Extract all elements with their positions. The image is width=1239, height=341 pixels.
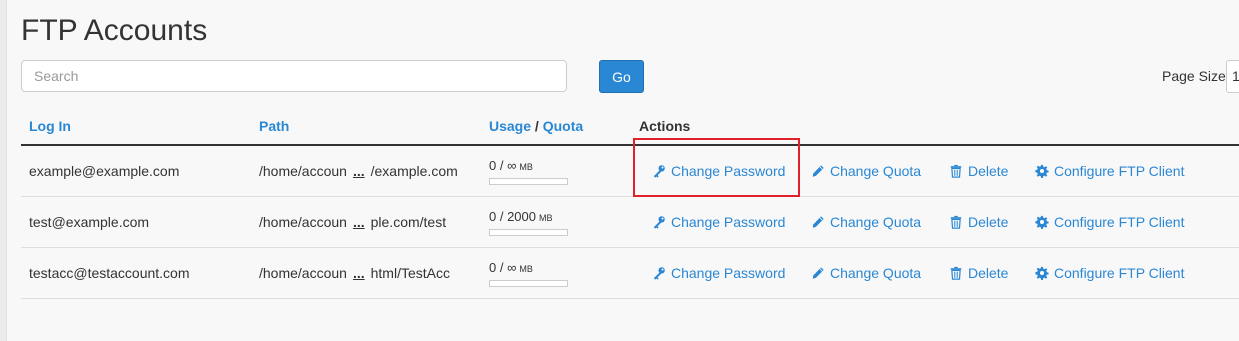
delete-link[interactable]: Delete: [949, 214, 1008, 230]
change-quota-label: Change Quota: [830, 214, 922, 230]
column-header-actions: Actions: [639, 118, 691, 134]
gear-icon: [1035, 215, 1049, 229]
page-size-label: Page Size: [1162, 68, 1226, 84]
column-header-usage-quota: Usage / Quota: [489, 118, 583, 134]
path-cell: /home/accoun... html/TestAcc: [259, 265, 450, 281]
usage-unit: MB: [539, 213, 553, 223]
path-start: /home/accoun: [259, 163, 347, 179]
path-expand-link[interactable]: ...: [353, 214, 365, 230]
login-cell: example@example.com: [29, 163, 180, 179]
change-quota-link[interactable]: Change Quota: [811, 214, 921, 230]
pencil-icon: [811, 215, 825, 229]
path-end: ple.com/test: [370, 214, 447, 230]
row-divider: [21, 247, 1239, 248]
usage-value: 0 / ∞: [489, 158, 517, 173]
gear-icon: [1035, 266, 1049, 280]
usage-unit: MB: [519, 264, 533, 274]
change-password-link[interactable]: Change Password: [652, 214, 785, 230]
change-quota-link[interactable]: Change Quota: [811, 163, 921, 179]
usage-text: 0 / 2000 MB: [489, 209, 553, 224]
path-end: /example.com: [370, 163, 458, 179]
key-icon: [652, 215, 666, 229]
column-header-login[interactable]: Log In: [29, 118, 71, 134]
pencil-icon: [811, 266, 825, 280]
usage-progress-bar: [489, 178, 568, 185]
key-icon: [652, 266, 666, 280]
go-button[interactable]: Go: [599, 60, 644, 93]
trash-icon: [949, 164, 963, 178]
path-end: html/TestAcc: [370, 265, 450, 281]
usage-text: 0 / ∞ MB: [489, 260, 533, 275]
pencil-icon: [811, 164, 825, 178]
configure-ftp-client-link[interactable]: Configure FTP Client: [1035, 265, 1184, 281]
configure-ftp-client-link[interactable]: Configure FTP Client: [1035, 163, 1184, 179]
column-header-separator: /: [534, 118, 539, 134]
page-size-select[interactable]: 1: [1226, 60, 1239, 93]
highlight-box: [633, 138, 800, 197]
row-divider: [21, 298, 1239, 299]
path-expand-link[interactable]: ...: [353, 265, 365, 281]
usage-value: 0 / ∞: [489, 260, 517, 275]
delete-link[interactable]: Delete: [949, 163, 1008, 179]
column-header-usage[interactable]: Usage: [489, 118, 531, 134]
path-expand-link[interactable]: ...: [353, 163, 365, 179]
column-header-path[interactable]: Path: [259, 118, 289, 134]
change-password-label: Change Password: [671, 265, 786, 281]
delete-label: Delete: [968, 163, 1009, 179]
configure-ftp-client-label: Configure FTP Client: [1054, 163, 1185, 179]
usage-text: 0 / ∞ MB: [489, 158, 533, 173]
delete-label: Delete: [968, 214, 1009, 230]
path-cell: /home/accoun... ple.com/test: [259, 214, 446, 230]
change-password-link[interactable]: Change Password: [652, 265, 785, 281]
login-cell: test@example.com: [29, 214, 150, 230]
path-start: /home/accoun: [259, 214, 347, 230]
change-quota-link[interactable]: Change Quota: [811, 265, 921, 281]
login-cell: testacc@testaccount.com: [29, 265, 190, 281]
usage-unit: MB: [519, 162, 533, 172]
change-password-label: Change Password: [671, 214, 786, 230]
usage-value: 0 / 2000: [489, 209, 536, 224]
table-header-divider: [21, 144, 1239, 146]
path-cell: /home/accoun... /example.com: [259, 163, 458, 179]
gear-icon: [1035, 164, 1049, 178]
usage-progress-bar: [489, 280, 568, 287]
column-header-quota[interactable]: Quota: [543, 118, 583, 134]
page-title: FTP Accounts: [21, 14, 208, 47]
trash-icon: [949, 266, 963, 280]
configure-ftp-client-label: Configure FTP Client: [1054, 265, 1185, 281]
configure-ftp-client-link[interactable]: Configure FTP Client: [1035, 214, 1184, 230]
left-edge: [0, 0, 7, 341]
usage-progress-bar: [489, 229, 568, 236]
configure-ftp-client-label: Configure FTP Client: [1054, 214, 1185, 230]
search-input[interactable]: [21, 60, 567, 92]
path-start: /home/accoun: [259, 265, 347, 281]
row-divider: [21, 196, 1239, 197]
trash-icon: [949, 215, 963, 229]
change-quota-label: Change Quota: [830, 265, 922, 281]
delete-link[interactable]: Delete: [949, 265, 1008, 281]
delete-label: Delete: [968, 265, 1009, 281]
change-quota-label: Change Quota: [830, 163, 922, 179]
